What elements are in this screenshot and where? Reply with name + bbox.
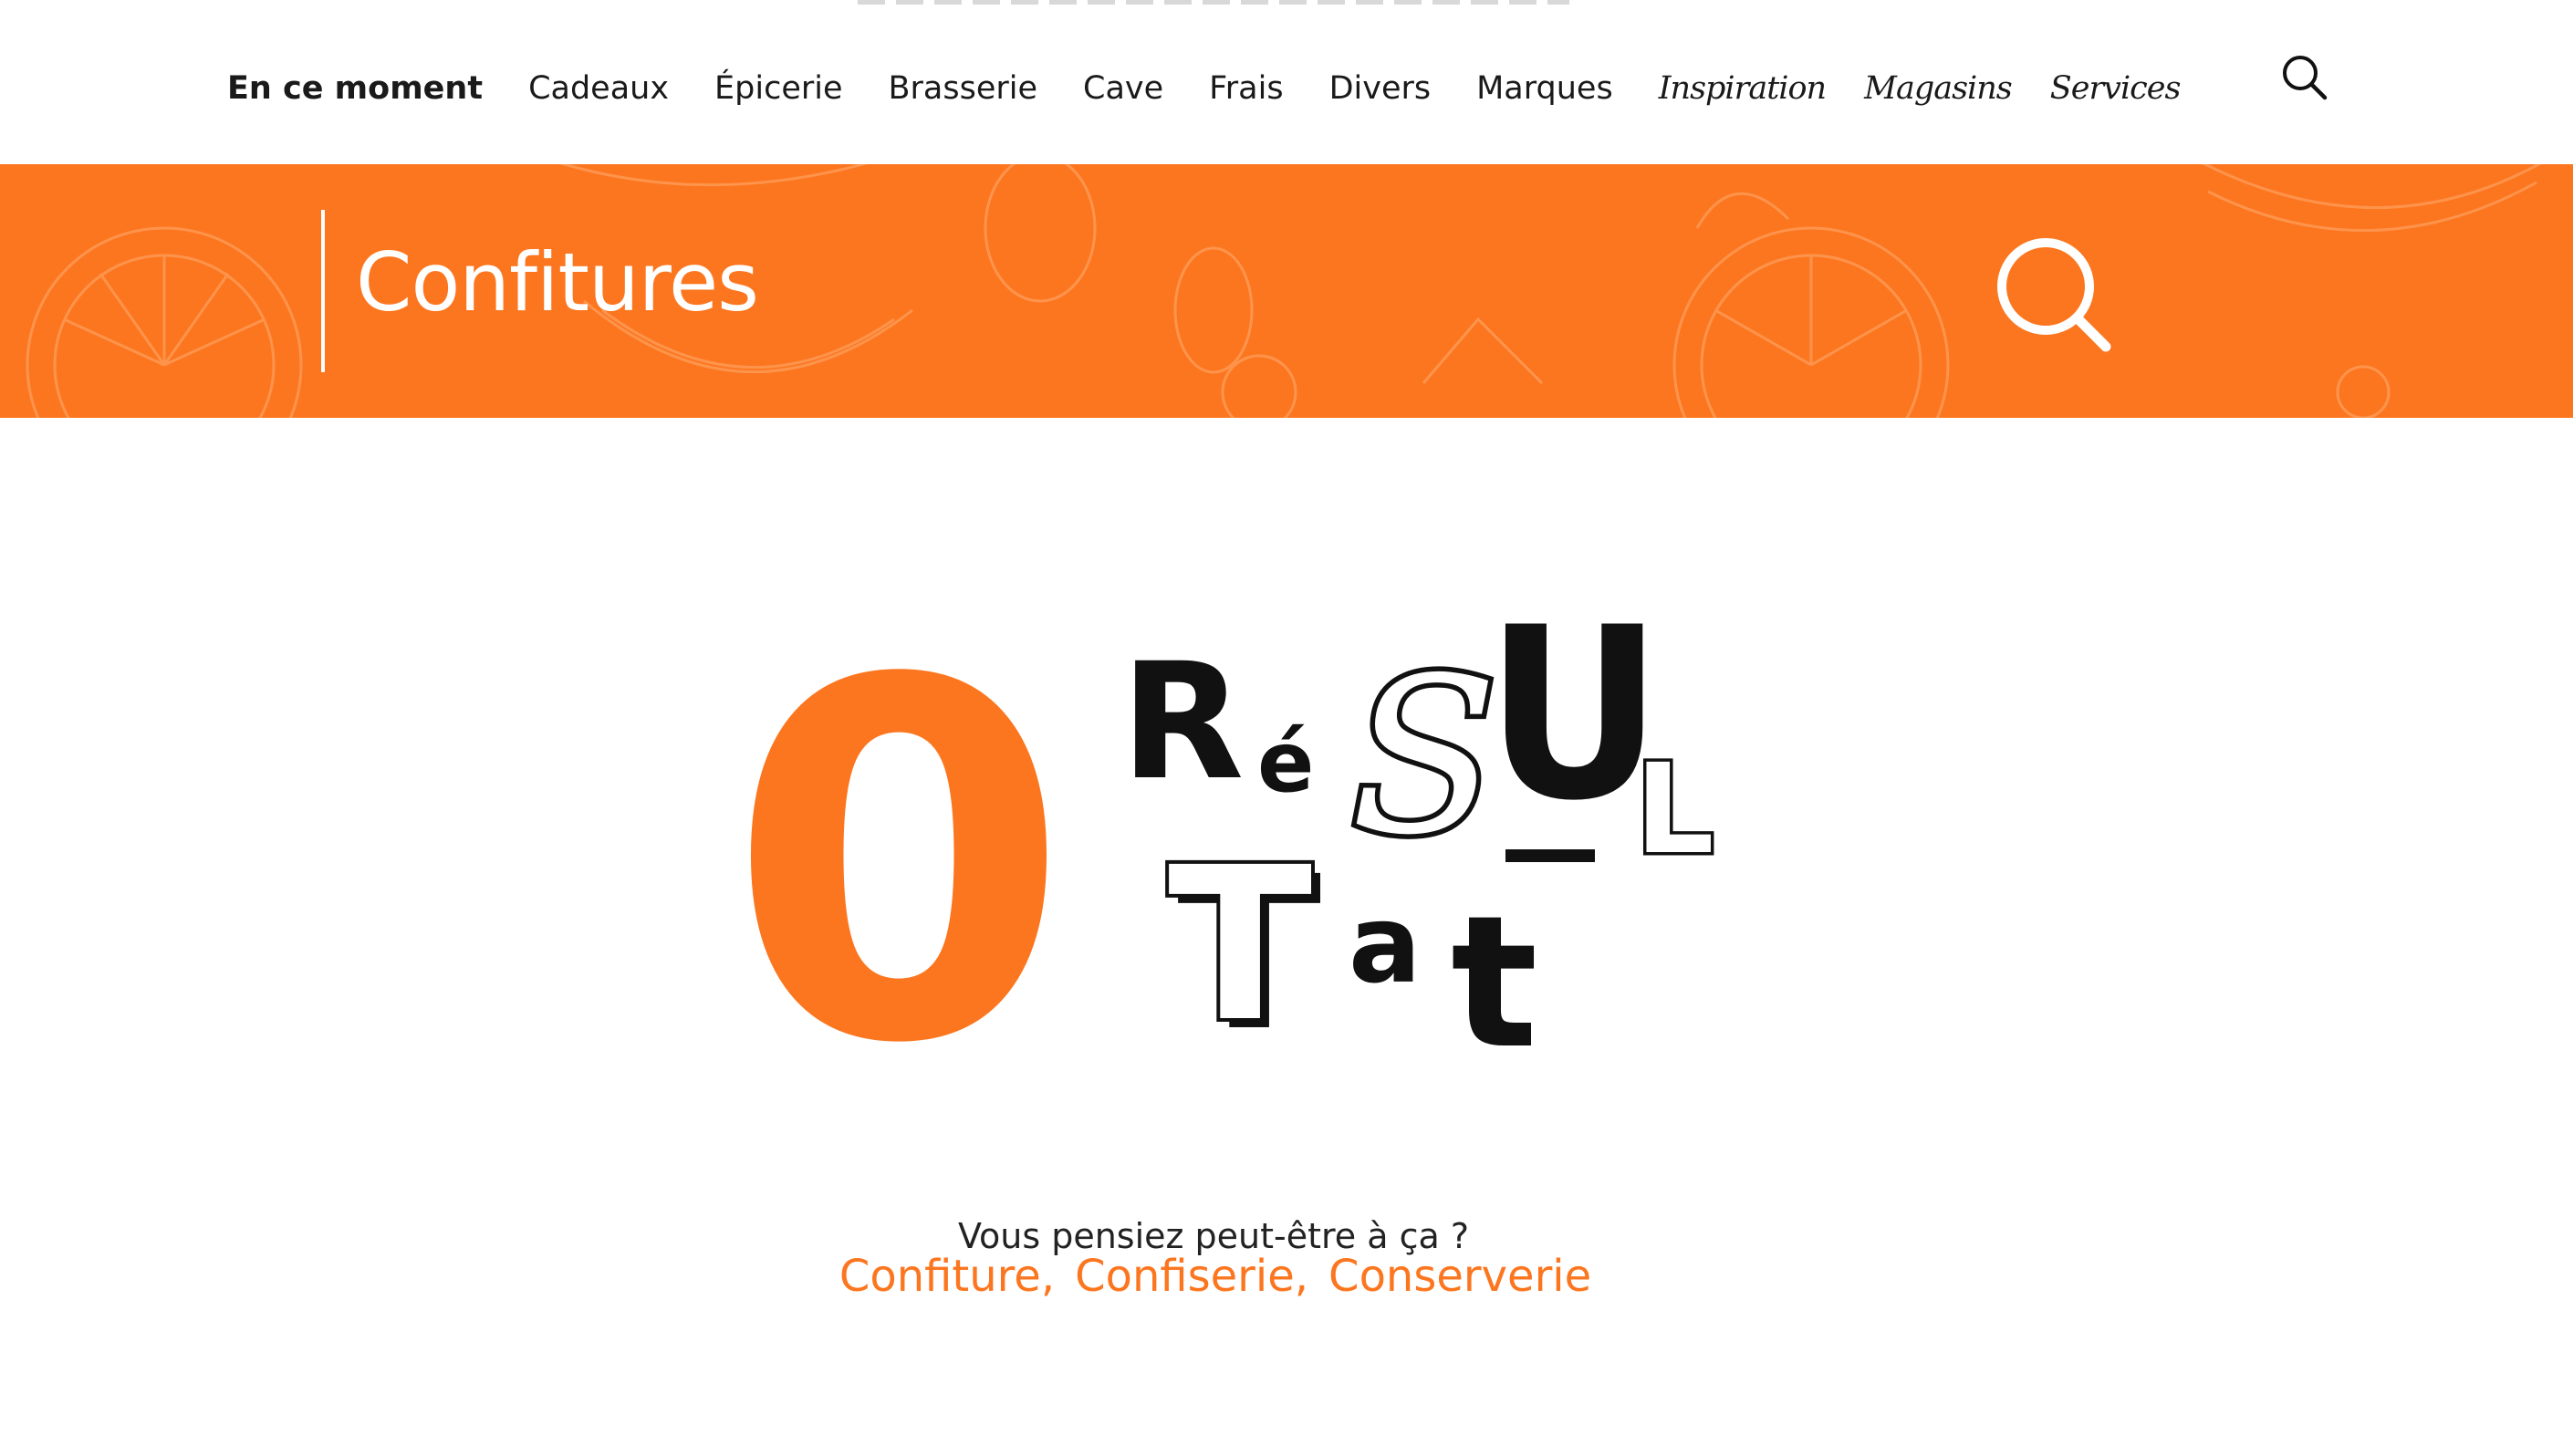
word-letter: T [1164, 822, 1316, 1068]
nav-item-magasins[interactable]: Magasins [1864, 66, 2013, 111]
nav-item-brasserie[interactable]: Brasserie [889, 66, 1038, 111]
result-count: 0 [727, 578, 1070, 1151]
nav-item-services[interactable]: Services [2050, 66, 2182, 111]
search-icon[interactable] [2277, 50, 2332, 105]
search-banner: Confitures [0, 164, 2573, 418]
nav-item-cave[interactable]: Cave [1083, 66, 1163, 111]
suggestion-list: Confiture, Confiserie, Conserverie [0, 1248, 2431, 1305]
word-letter: a [1349, 881, 1422, 1007]
nav-item-divers[interactable]: Divers [1329, 66, 1432, 111]
nav-item-inspiration[interactable]: Inspiration [1659, 66, 1827, 111]
word-letter: S [1346, 631, 1504, 882]
top-edge-decoration [858, 0, 1569, 5]
word-letter: U [1485, 577, 1663, 853]
suggestion-separator: , [1294, 1251, 1309, 1302]
nav-item-marques[interactable]: Marques [1476, 66, 1613, 111]
search-icon[interactable] [1989, 230, 2117, 358]
word-letter: R [1120, 629, 1245, 816]
search-icon-graphic [2283, 56, 2328, 100]
suggestion-link-conserverie[interactable]: Conserverie [1328, 1251, 1591, 1302]
suggestion-separator: , [1040, 1251, 1056, 1302]
nav-item-epicerie[interactable]: Épicerie [714, 66, 842, 111]
nav-item-cadeaux[interactable]: Cadeaux [528, 66, 669, 111]
top-navigation-bar: En ce moment Cadeaux Épicerie Brasserie … [0, 0, 2573, 164]
word-letter: é [1257, 713, 1315, 811]
main-menu: En ce moment Cadeaux Épicerie Brasserie … [227, 66, 2182, 111]
word-letter: t [1451, 877, 1538, 1089]
suggestion-link-confiture[interactable]: Confiture [839, 1251, 1041, 1302]
suggestion-link-confiserie[interactable]: Confiserie [1075, 1251, 1295, 1302]
nav-item-frais[interactable]: Frais [1209, 66, 1283, 111]
banner-divider [321, 210, 325, 372]
search-query-title: Confitures [356, 235, 759, 329]
banner-search-icon-graphic [1997, 238, 2111, 352]
word-letter: L [1632, 738, 1718, 882]
nav-item-en-ce-moment[interactable]: En ce moment [227, 66, 483, 111]
underline-decoration [1505, 849, 1595, 862]
